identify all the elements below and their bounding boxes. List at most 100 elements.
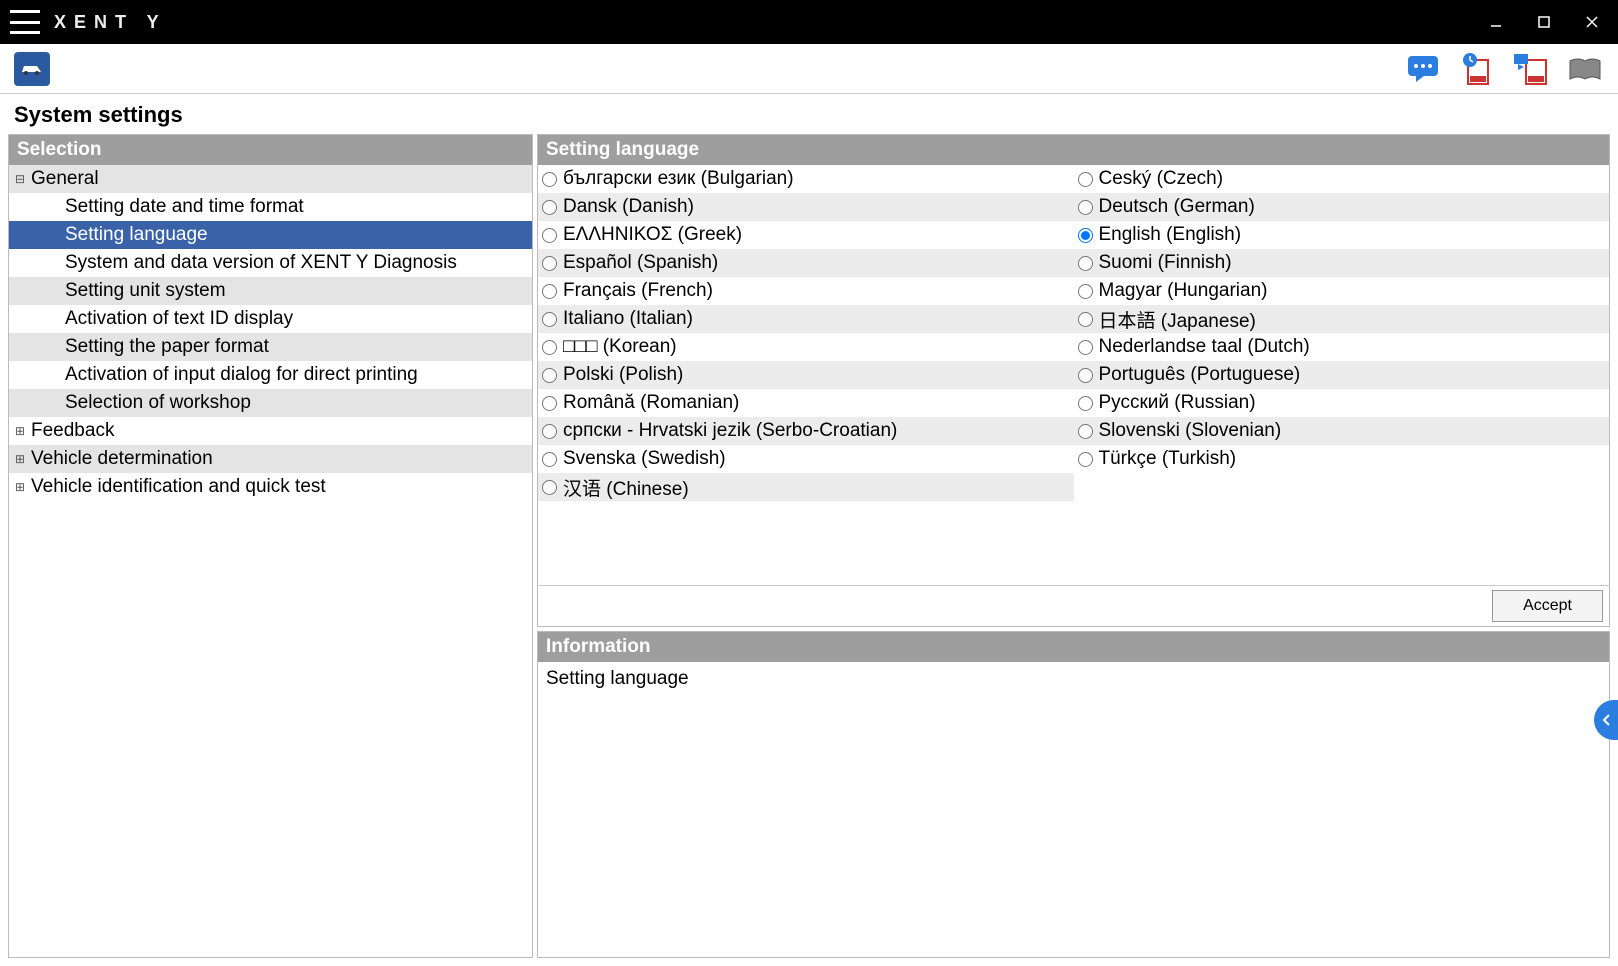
language-option[interactable]: 汉语 (Chinese): [538, 473, 1074, 501]
language-option[interactable]: Nederlandse taal (Dutch): [1074, 333, 1610, 361]
language-option[interactable]: ΕΛΛΗΝΙΚΟΣ (Greek): [538, 221, 1074, 249]
tree-item-label: General: [27, 168, 99, 190]
tree-item[interactable]: Setting date and time format: [9, 193, 532, 221]
language-label: Русский (Russian): [1099, 392, 1256, 414]
titlebar: XENT Y: [0, 0, 1618, 44]
tree-item[interactable]: ⊞Feedback: [9, 417, 532, 445]
language-label: Svenska (Swedish): [563, 448, 726, 470]
tree-item[interactable]: Selection of workshop: [9, 389, 532, 417]
language-radio[interactable]: [1078, 284, 1093, 299]
language-radio[interactable]: [1078, 256, 1093, 271]
window-minimize-button[interactable]: [1486, 12, 1506, 32]
language-option[interactable]: Română (Romanian): [538, 389, 1074, 417]
language-radio[interactable]: [1078, 396, 1093, 411]
language-radio[interactable]: [1078, 200, 1093, 215]
app-title: XENT Y: [54, 12, 167, 33]
information-body: Setting language: [538, 662, 1609, 957]
language-radio[interactable]: [1078, 368, 1093, 383]
tree-item-label: Setting the paper format: [61, 336, 269, 358]
tree-item[interactable]: Activation of input dialog for direct pr…: [9, 361, 532, 389]
settings-tree[interactable]: ⊟GeneralSetting date and time formatSett…: [9, 165, 532, 957]
information-panel: Information Setting language: [537, 631, 1610, 958]
language-panel: Setting language български език (Bulgari…: [537, 134, 1610, 627]
language-option[interactable]: български език (Bulgarian): [538, 165, 1074, 193]
vehicle-button[interactable]: [14, 52, 50, 86]
language-radio[interactable]: [1078, 424, 1093, 439]
language-option[interactable]: Русский (Russian): [1074, 389, 1610, 417]
language-label: български език (Bulgarian): [563, 168, 794, 190]
tree-item[interactable]: ⊞Vehicle determination: [9, 445, 532, 473]
language-label: Dansk (Danish): [563, 196, 694, 218]
language-list[interactable]: български език (Bulgarian) Ceský (Czech) D…: [538, 165, 1609, 501]
language-radio[interactable]: [542, 312, 557, 327]
tree-toggle-icon[interactable]: ⊞: [13, 480, 27, 494]
language-option[interactable]: □□□ (Korean): [538, 333, 1074, 361]
language-radio[interactable]: [542, 340, 557, 355]
language-radio[interactable]: [1078, 340, 1093, 355]
language-option[interactable]: English (English): [1074, 221, 1610, 249]
window-close-button[interactable]: [1582, 12, 1602, 32]
language-option[interactable]: Français (French): [538, 277, 1074, 305]
language-radio[interactable]: [1078, 172, 1093, 187]
language-label: Español (Spanish): [563, 252, 718, 274]
language-radio[interactable]: [542, 480, 557, 495]
language-option[interactable]: 日本語 (Japanese): [1074, 305, 1610, 333]
tree-toggle-icon[interactable]: ⊟: [13, 172, 27, 186]
language-radio[interactable]: [542, 256, 557, 271]
tree-item[interactable]: Setting the paper format: [9, 333, 532, 361]
language-label: ΕΛΛΗΝΙΚΟΣ (Greek): [563, 224, 742, 246]
chat-icon[interactable]: [1404, 50, 1442, 88]
language-label: 汉语 (Chinese): [563, 474, 689, 501]
tree-item-label: Activation of text ID display: [61, 308, 293, 330]
window-maximize-button[interactable]: [1534, 12, 1554, 32]
language-option[interactable]: Português (Portuguese): [1074, 361, 1610, 389]
language-label: Türkçe (Turkish): [1099, 448, 1237, 470]
language-label: Magyar (Hungarian): [1099, 280, 1268, 302]
language-label: Ceský (Czech): [1099, 168, 1224, 190]
accept-button[interactable]: Accept: [1492, 590, 1603, 622]
pdf-clock-icon[interactable]: [1458, 50, 1496, 88]
language-radio[interactable]: [1078, 452, 1093, 467]
language-label: Suomi (Finnish): [1099, 252, 1232, 274]
language-radio[interactable]: [542, 228, 557, 243]
language-option[interactable]: Deutsch (German): [1074, 193, 1610, 221]
language-header: Setting language: [538, 135, 1609, 165]
tree-item[interactable]: Activation of text ID display: [9, 305, 532, 333]
tree-toggle-icon[interactable]: ⊞: [13, 424, 27, 438]
tree-item-label: Vehicle determination: [27, 448, 213, 470]
tree-item-label: Setting language: [61, 224, 208, 246]
language-option[interactable]: Svenska (Swedish): [538, 445, 1074, 473]
language-option[interactable]: Ceský (Czech): [1074, 165, 1610, 193]
language-option[interactable]: Türkçe (Turkish): [1074, 445, 1610, 473]
tree-item[interactable]: ⊟General: [9, 165, 532, 193]
language-radio[interactable]: [1078, 228, 1093, 243]
language-radio[interactable]: [542, 424, 557, 439]
tree-toggle-icon[interactable]: ⊞: [13, 452, 27, 466]
language-radio[interactable]: [542, 452, 557, 467]
tree-item[interactable]: Setting language: [9, 221, 532, 249]
language-radio[interactable]: [542, 368, 557, 383]
language-label: Français (French): [563, 280, 713, 302]
tree-item[interactable]: ⊞Vehicle identification and quick test: [9, 473, 532, 501]
book-icon[interactable]: [1566, 50, 1604, 88]
tree-item[interactable]: System and data version of XENT Y Diagno…: [9, 249, 532, 277]
language-label: Deutsch (German): [1099, 196, 1255, 218]
language-option[interactable]: Dansk (Danish): [538, 193, 1074, 221]
language-option[interactable]: Polski (Polish): [538, 361, 1074, 389]
language-radio[interactable]: [542, 172, 557, 187]
language-radio[interactable]: [542, 200, 557, 215]
menu-hamburger-icon[interactable]: [10, 10, 40, 34]
language-radio[interactable]: [542, 396, 557, 411]
language-option[interactable]: Magyar (Hungarian): [1074, 277, 1610, 305]
pdf-export-icon[interactable]: [1512, 50, 1550, 88]
tree-item-label: Feedback: [27, 420, 114, 442]
language-option[interactable]: Slovenski (Slovenian): [1074, 417, 1610, 445]
language-label: Nederlandse taal (Dutch): [1099, 336, 1310, 358]
language-option[interactable]: Español (Spanish): [538, 249, 1074, 277]
tree-item[interactable]: Setting unit system: [9, 277, 532, 305]
language-option[interactable]: српски - Hrvatski jezik (Serbo-Croatian): [538, 417, 1074, 445]
language-radio[interactable]: [1078, 312, 1093, 327]
language-radio[interactable]: [542, 284, 557, 299]
language-option[interactable]: Suomi (Finnish): [1074, 249, 1610, 277]
language-option[interactable]: Italiano (Italian): [538, 305, 1074, 333]
